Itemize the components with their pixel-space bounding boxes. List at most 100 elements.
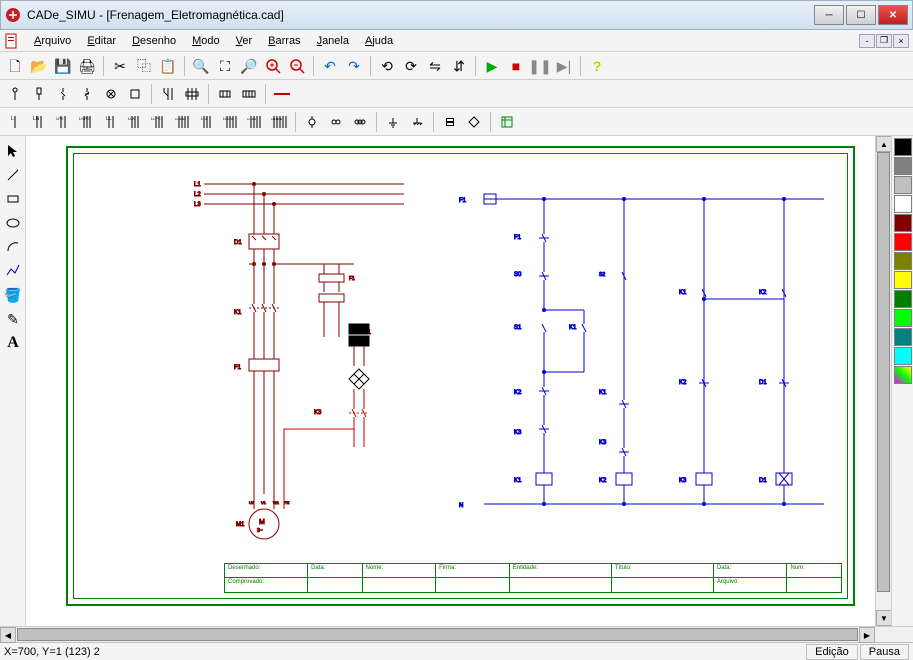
comp-fuse-button[interactable] xyxy=(4,83,26,105)
redo-button[interactable]: ↷ xyxy=(343,55,365,77)
mdi-restore-button[interactable]: ❐ xyxy=(876,34,892,48)
color-green[interactable] xyxy=(894,290,912,308)
cut-button[interactable]: ✂ xyxy=(109,55,131,77)
rotate-left-button[interactable]: ⟲ xyxy=(376,55,398,77)
tool-line-button[interactable] xyxy=(2,164,24,186)
save-button[interactable]: 💾 xyxy=(52,55,74,77)
zoom-out-button[interactable] xyxy=(286,55,308,77)
color-lime[interactable] xyxy=(894,309,912,327)
mirror-h-button[interactable]: ⇋ xyxy=(424,55,446,77)
sym-t2-button[interactable] xyxy=(325,111,347,133)
close-button[interactable]: ✕ xyxy=(878,5,908,25)
undo-button[interactable]: ↶ xyxy=(319,55,341,77)
find-button[interactable]: 🔍 xyxy=(190,55,212,77)
new-button[interactable]: 🗋 xyxy=(4,55,26,77)
color-gray[interactable] xyxy=(894,157,912,175)
sym-lllnpe-button[interactable]: LLLNPE xyxy=(268,111,290,133)
sym-lpe-button[interactable]: LPE xyxy=(52,111,74,133)
svg-text:PE: PE xyxy=(284,500,290,505)
maximize-button[interactable]: ☐ xyxy=(846,5,876,25)
svg-text:F1: F1 xyxy=(459,198,467,204)
zoom-window-button[interactable]: 🔎 xyxy=(238,55,260,77)
horizontal-scrollbar[interactable]: ◀ ▶ xyxy=(0,626,913,642)
tool-fill-button[interactable]: 🪣 xyxy=(2,284,24,306)
tool-picker-button[interactable]: ✎ xyxy=(2,308,24,330)
comp-relay-button[interactable] xyxy=(157,83,179,105)
color-olive[interactable] xyxy=(894,252,912,270)
sym-llln-button[interactable]: LLLN xyxy=(220,111,242,133)
sym-gnd1-button[interactable] xyxy=(382,111,404,133)
menu-arquivo[interactable]: Arquivo xyxy=(26,33,79,49)
sym-frame-button[interactable] xyxy=(496,111,518,133)
tool-polyline-button[interactable] xyxy=(2,260,24,282)
color-black[interactable] xyxy=(894,138,912,156)
sym-t3-button[interactable] xyxy=(349,111,371,133)
sym-diamond-button[interactable] xyxy=(463,111,485,133)
sym-llpe-button[interactable]: LLPE xyxy=(148,111,170,133)
comp-breaker-button[interactable] xyxy=(28,83,50,105)
comp-lamp-button[interactable] xyxy=(124,83,146,105)
sym-lllpe-button[interactable]: LLLPE xyxy=(244,111,266,133)
tb-desenhado: Desenhado: xyxy=(225,564,308,577)
color-teal[interactable] xyxy=(894,328,912,346)
mdi-minimize-button[interactable]: - xyxy=(859,34,875,48)
sym-block-button[interactable] xyxy=(439,111,461,133)
color-silver[interactable] xyxy=(894,176,912,194)
color-red[interactable] xyxy=(894,233,912,251)
menu-desenho[interactable]: Desenho xyxy=(124,33,184,49)
menu-barras[interactable]: Barras xyxy=(260,33,308,49)
comp-terminal3-button[interactable] xyxy=(214,83,236,105)
help-button[interactable]: ? xyxy=(586,55,608,77)
menu-editar[interactable]: Editar xyxy=(79,33,124,49)
color-multi[interactable] xyxy=(894,366,912,384)
mirror-v-button[interactable]: ⇵ xyxy=(448,55,470,77)
sym-ll-button[interactable]: LL xyxy=(100,111,122,133)
sym-l-button[interactable]: L xyxy=(4,111,26,133)
drawing-canvas[interactable]: L1 L2 L3 D1 xyxy=(26,136,875,626)
sym-t1-button[interactable] xyxy=(301,111,323,133)
power-circuit: L1 L2 L3 D1 xyxy=(194,174,434,554)
comp-timer-button[interactable] xyxy=(181,83,203,105)
menu-ver[interactable]: Ver xyxy=(228,33,261,49)
sym-lnpe-button[interactable]: LNPE xyxy=(76,111,98,133)
open-button[interactable]: 📂 xyxy=(28,55,50,77)
tool-ellipse-button[interactable] xyxy=(2,212,24,234)
step-button[interactable]: ▶| xyxy=(553,55,575,77)
menu-modo[interactable]: Modo xyxy=(184,33,228,49)
tool-rect-button[interactable] xyxy=(2,188,24,210)
comp-coil-button[interactable] xyxy=(100,83,122,105)
comp-nc-contact-button[interactable] xyxy=(76,83,98,105)
zoom-in-button[interactable] xyxy=(262,55,284,77)
color-yellow[interactable] xyxy=(894,271,912,289)
pause-button[interactable]: ❚❚ xyxy=(529,55,551,77)
play-button[interactable]: ▶ xyxy=(481,55,503,77)
sym-lll-button[interactable]: LLL xyxy=(196,111,218,133)
zoom-fit-button[interactable]: ⛶ xyxy=(214,55,236,77)
svg-text:M1: M1 xyxy=(236,522,245,528)
menu-janela[interactable]: Janela xyxy=(309,33,357,49)
copy-button[interactable]: ⿻ xyxy=(133,55,155,77)
minimize-button[interactable]: ─ xyxy=(814,5,844,25)
title-block: Desenhado: Data: Nome: Firma: Entidade: … xyxy=(224,563,842,593)
comp-no-contact-button[interactable] xyxy=(52,83,74,105)
sym-gnd2-button[interactable] xyxy=(406,111,428,133)
mdi-close-button[interactable]: × xyxy=(893,34,909,48)
sym-lln-button[interactable]: LLN xyxy=(124,111,146,133)
sym-llnpe-button[interactable]: LLNPE xyxy=(172,111,194,133)
tool-text-button[interactable]: A xyxy=(2,332,24,354)
tool-pointer-button[interactable] xyxy=(2,140,24,162)
stop-button[interactable]: ■ xyxy=(505,55,527,77)
sym-ln-button[interactable]: LN xyxy=(28,111,50,133)
tool-arc-button[interactable] xyxy=(2,236,24,258)
vertical-scrollbar[interactable]: ▲ ▼ xyxy=(875,136,891,626)
color-white[interactable] xyxy=(894,195,912,213)
color-maroon[interactable] xyxy=(894,214,912,232)
print-button[interactable]: 🖨 xyxy=(76,55,98,77)
svg-text:V1: V1 xyxy=(261,500,267,505)
menu-ajuda[interactable]: Ajuda xyxy=(357,33,401,49)
color-aqua[interactable] xyxy=(894,347,912,365)
paste-button[interactable]: 📋 xyxy=(157,55,179,77)
comp-terminal4-button[interactable] xyxy=(238,83,260,105)
rotate-right-button[interactable]: ⟳ xyxy=(400,55,422,77)
line-style-button[interactable] xyxy=(271,83,293,105)
